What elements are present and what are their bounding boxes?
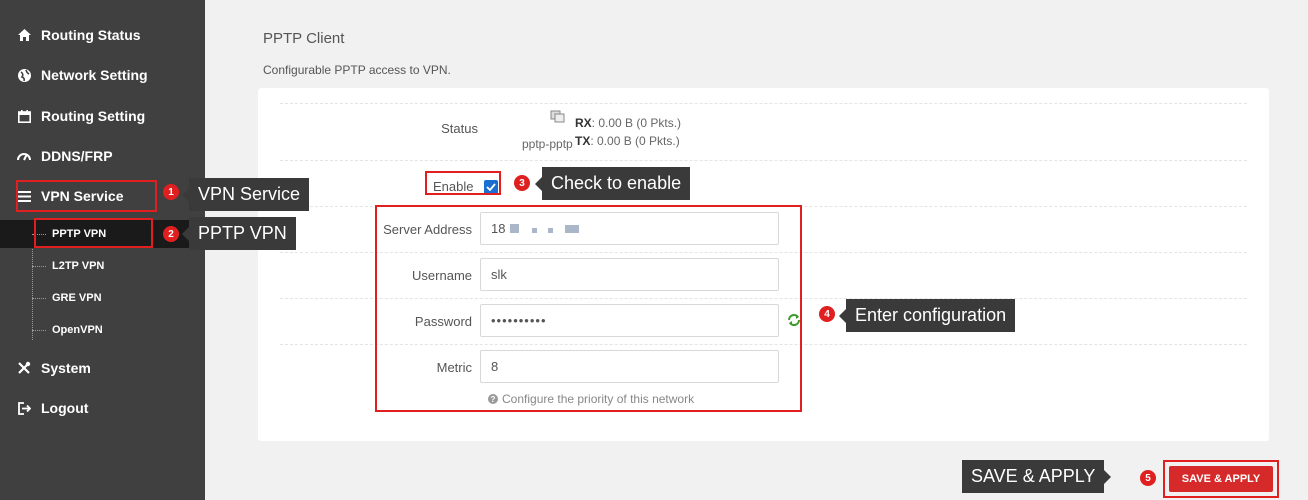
annotation-box-pptp-vpn	[34, 218, 153, 248]
sidebar-item-network-setting[interactable]: Network Setting	[16, 60, 148, 90]
annotation-callout-enable: Check to enable	[535, 167, 691, 200]
status-label: Status	[441, 121, 478, 136]
dashboard-icon	[16, 151, 32, 161]
sidebar-subitem-label: L2TP VPN	[52, 260, 105, 272]
sidebar-item-label: Logout	[41, 400, 89, 416]
sidebar-item-ddns-frp[interactable]: DDNS/FRP	[16, 141, 113, 171]
page-description: Configurable PPTP access to VPN.	[263, 63, 451, 77]
annotation-badge-4: 4	[819, 306, 835, 322]
annotation-box-configuration	[375, 205, 802, 412]
annotation-badge-2: 2	[163, 226, 179, 242]
annotation-badge-1: 1	[163, 184, 179, 200]
sidebar-item-label: Network Setting	[41, 67, 148, 83]
sidebar-item-label: Routing Setting	[41, 108, 146, 124]
annotation-callout-pptp-vpn: PPTP VPN	[182, 217, 296, 250]
sidebar-item-routing-setting[interactable]: Routing Setting	[16, 101, 145, 131]
globe-icon	[16, 68, 32, 82]
sidebar-subitem-l2tp-vpn[interactable]: L2TP VPN	[0, 252, 205, 280]
calendar-icon	[16, 109, 32, 123]
sidebar-subitem-label: GRE VPN	[52, 292, 102, 304]
sidebar-subitem-label: OpenVPN	[52, 324, 103, 336]
annotation-callout-configuration: Enter configuration	[839, 299, 1016, 332]
sidebar-item-label: System	[41, 360, 91, 376]
save-apply-button[interactable]: SAVE & APPLY	[1169, 466, 1273, 492]
sidebar-item-logout[interactable]: Logout	[16, 393, 88, 423]
annotation-badge-3: 3	[514, 175, 530, 191]
sidebar: Routing Status Network Setting Routing S…	[0, 0, 205, 500]
annotation-badge-5: 5	[1140, 470, 1156, 486]
annotation-callout-save: SAVE & APPLY	[962, 460, 1112, 493]
annotation-box-enable	[425, 171, 501, 195]
home-icon	[16, 29, 32, 41]
sidebar-item-label: Routing Status	[41, 27, 141, 43]
page-title: PPTP Client	[263, 30, 345, 47]
sidebar-item-label: DDNS/FRP	[41, 148, 113, 164]
sidebar-subitem-gre-vpn[interactable]: GRE VPN	[0, 284, 205, 312]
status-device: pptp-pptp	[522, 137, 573, 151]
tools-icon	[16, 361, 32, 375]
annotation-callout-vpn-service: VPN Service	[182, 178, 310, 211]
annotation-box-vpn-service	[16, 180, 157, 212]
status-rx: RX: 0.00 B (0 Pkts.)	[575, 116, 682, 130]
network-device-icon	[550, 110, 566, 129]
sidebar-subitem-openvpn[interactable]: OpenVPN	[0, 316, 205, 344]
sidebar-item-system[interactable]: System	[16, 353, 91, 383]
status-tx: TX: 0.00 B (0 Pkts.)	[575, 134, 680, 148]
logout-icon	[16, 401, 32, 415]
sidebar-item-routing-status[interactable]: Routing Status	[16, 20, 141, 50]
